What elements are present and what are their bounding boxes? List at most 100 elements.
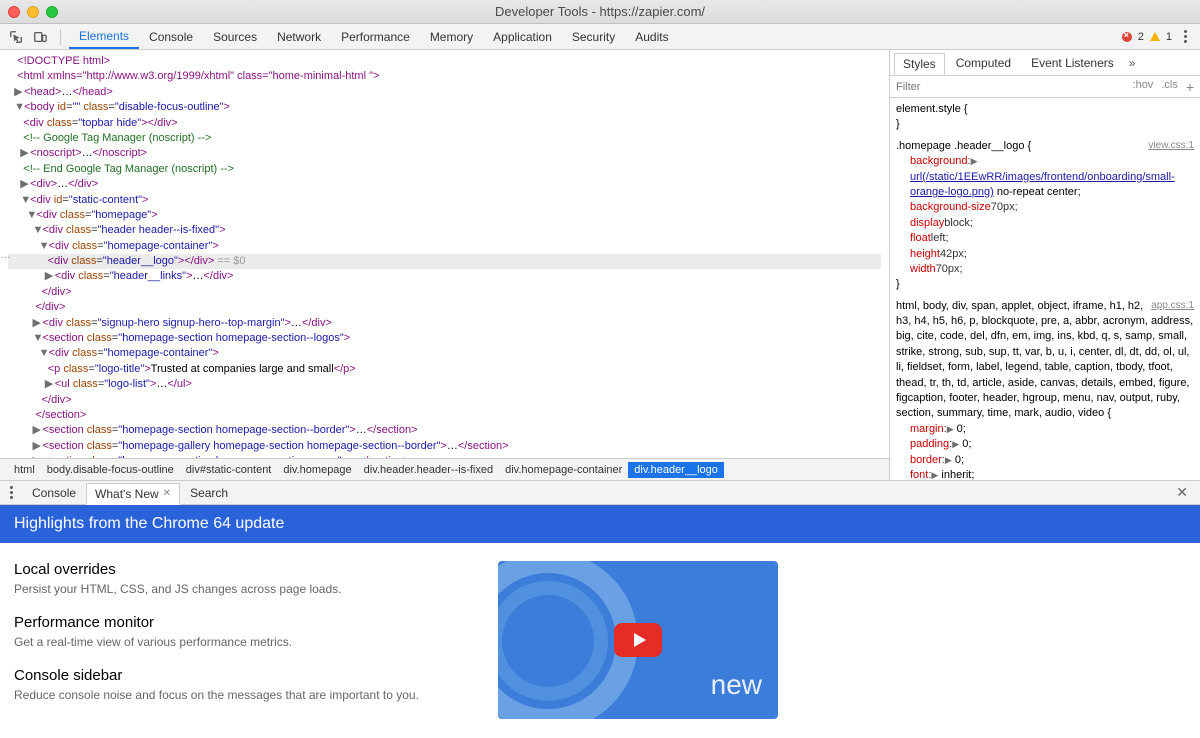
breadcrumb-item[interactable]: div#static-content xyxy=(180,462,278,478)
close-tab-icon[interactable]: ✕ xyxy=(163,488,171,499)
dom-node[interactable]: </section> xyxy=(8,408,881,423)
tab-memory[interactable]: Memory xyxy=(420,24,483,49)
expand-triangle-icon[interactable]: ▼ xyxy=(39,239,49,254)
dom-node[interactable]: ▶<section class="homepage-section homepa… xyxy=(8,423,881,438)
dom-node[interactable]: <div class="topbar hide"></div> xyxy=(8,116,881,131)
tab-application[interactable]: Application xyxy=(483,24,562,49)
styles-filter-input[interactable] xyxy=(896,81,1133,93)
drawer-tab-whatsnew[interactable]: What's New✕ xyxy=(86,483,180,505)
settings-menu-icon[interactable] xyxy=(1178,30,1192,44)
expand-triangle-icon[interactable]: ▼ xyxy=(32,223,42,238)
dom-node[interactable]: <div class="header__logo"></div> == $0 xyxy=(8,254,881,269)
expand-triangle-icon[interactable]: ▶ xyxy=(32,439,42,454)
drawer-tab-console[interactable]: Console xyxy=(24,483,84,503)
expand-triangle-icon[interactable]: ▼ xyxy=(26,208,36,223)
window-titlebar: Developer Tools - https://zapier.com/ xyxy=(0,0,1200,24)
breadcrumb-item[interactable]: div.homepage xyxy=(277,462,357,478)
minimize-window-button[interactable] xyxy=(27,6,39,18)
expand-triangle-icon[interactable]: ▼ xyxy=(32,331,42,346)
dom-node[interactable]: ▼<div class="header header--is-fixed"> xyxy=(8,223,881,238)
hover-toggle[interactable]: :hov xyxy=(1133,79,1154,95)
dom-node[interactable]: </div> xyxy=(8,393,881,408)
subtab-event-listeners[interactable]: Event Listeners xyxy=(1022,52,1123,74)
dom-node[interactable]: <!-- Google Tag Manager (noscript) --> xyxy=(8,131,881,146)
drawer-tab-search[interactable]: Search xyxy=(182,483,236,503)
expand-triangle-icon[interactable]: ▶ xyxy=(32,454,42,458)
dom-tree[interactable]: <!DOCTYPE html> <html xmlns="http://www.… xyxy=(0,50,889,458)
styles-panel: Styles Computed Event Listeners » :hov .… xyxy=(890,50,1200,480)
dom-node[interactable]: <p class="logo-title">Trusted at compani… xyxy=(8,362,881,377)
css-rules[interactable]: element.style {} view.css:1.homepage .hea… xyxy=(890,98,1200,480)
dom-node[interactable]: </div> xyxy=(8,300,881,315)
dom-node[interactable]: <!DOCTYPE html> xyxy=(8,54,881,69)
dom-node[interactable]: ▶<noscript>…</noscript> xyxy=(8,146,881,161)
dom-node[interactable]: ▼<div id="static-content"> xyxy=(8,193,881,208)
play-button-icon[interactable] xyxy=(614,623,662,657)
dom-node[interactable]: ▶<div class="signup-hero signup-hero--to… xyxy=(8,316,881,331)
subtab-computed[interactable]: Computed xyxy=(947,52,1020,74)
tab-sources[interactable]: Sources xyxy=(203,24,267,49)
maximize-window-button[interactable] xyxy=(46,6,58,18)
expand-triangle-icon[interactable]: ▶ xyxy=(20,146,30,161)
expand-triangle-icon[interactable]: ▶ xyxy=(14,85,24,100)
close-drawer-icon[interactable]: ✕ xyxy=(1176,484,1188,501)
dom-node[interactable]: ▶<section class="homepage-gallery homepa… xyxy=(8,439,881,454)
new-rule-button[interactable]: + xyxy=(1186,79,1194,95)
source-link[interactable]: app.css:1 xyxy=(1151,299,1194,313)
dom-node[interactable]: ▶<div class="header__links">…</div> xyxy=(8,269,881,284)
dom-node[interactable]: ▼<section class="homepage-section homepa… xyxy=(8,331,881,346)
tab-console[interactable]: Console xyxy=(139,24,203,49)
breadcrumb-item[interactable]: div.homepage-container xyxy=(499,462,628,478)
dom-node[interactable]: ▶<div>…</div> xyxy=(8,177,881,192)
css-rule[interactable]: view.css:1.homepage .header__logo {backg… xyxy=(896,139,1194,293)
subtab-styles[interactable]: Styles xyxy=(894,53,945,75)
dom-node[interactable]: </div> xyxy=(8,285,881,300)
expand-triangle-icon[interactable]: ▶ xyxy=(32,423,42,438)
tab-audits[interactable]: Audits xyxy=(625,24,678,49)
expand-triangle-icon[interactable]: ▶ xyxy=(45,269,55,284)
dom-node[interactable]: ▶<ul class="logo-list">…</ul> xyxy=(8,377,881,392)
dom-node[interactable]: ▼<body id="" class="disable-focus-outlin… xyxy=(8,100,881,115)
more-tabs-icon[interactable]: » xyxy=(1129,56,1136,70)
tab-security[interactable]: Security xyxy=(562,24,625,49)
device-toggle-icon[interactable] xyxy=(32,29,48,45)
drawer-menu-icon[interactable] xyxy=(4,486,18,499)
gutter-ellipsis: … xyxy=(0,248,11,263)
tab-network[interactable]: Network xyxy=(267,24,331,49)
dom-node[interactable]: <html xmlns="http://www.w3.org/1999/xhtm… xyxy=(8,69,881,84)
inspect-element-icon[interactable] xyxy=(8,29,24,45)
dom-node[interactable]: ▶<head>…</head> xyxy=(8,85,881,100)
devtools-toolbar: Elements Console Sources Network Perform… xyxy=(0,24,1200,50)
tab-performance[interactable]: Performance xyxy=(331,24,420,49)
expand-triangle-icon[interactable]: ▶ xyxy=(20,177,30,192)
dom-node[interactable]: ▼<div class="homepage-container"> xyxy=(8,239,881,254)
css-rule[interactable]: app.css:1html, body, div, span, applet, … xyxy=(896,299,1194,480)
dom-node[interactable]: ▶<section class="homepage-section homepa… xyxy=(8,454,881,458)
dom-node[interactable]: ▼<div class="homepage"> xyxy=(8,208,881,223)
highlights-list: Local overridesPersist your HTML, CSS, a… xyxy=(14,561,474,720)
dom-node[interactable]: ▼<div class="homepage-container"> xyxy=(8,346,881,361)
highlight-item[interactable]: Console sidebarReduce console noise and … xyxy=(14,667,474,702)
source-link[interactable]: view.css:1 xyxy=(1148,139,1194,153)
breadcrumb-item[interactable]: html xyxy=(8,462,41,478)
breadcrumb-item[interactable]: body.disable-focus-outline xyxy=(41,462,180,478)
expand-triangle-icon[interactable]: ▼ xyxy=(39,346,49,361)
error-count: 2 xyxy=(1138,31,1144,43)
highlight-item[interactable]: Local overridesPersist your HTML, CSS, a… xyxy=(14,561,474,596)
expand-triangle-icon[interactable]: ▼ xyxy=(14,100,24,115)
css-rule[interactable]: element.style {} xyxy=(896,102,1194,133)
breadcrumb-item[interactable]: div.header__logo xyxy=(628,462,724,478)
breadcrumb-item[interactable]: div.header.header--is-fixed xyxy=(358,462,499,478)
expand-triangle-icon[interactable]: ▶ xyxy=(45,377,55,392)
video-thumbnail[interactable]: new xyxy=(498,561,778,719)
error-icon[interactable] xyxy=(1122,32,1132,42)
warning-icon[interactable] xyxy=(1150,32,1160,41)
close-window-button[interactable] xyxy=(8,6,20,18)
highlight-title: Local overrides xyxy=(14,561,474,578)
cls-toggle[interactable]: .cls xyxy=(1161,79,1178,95)
highlight-item[interactable]: Performance monitorGet a real-time view … xyxy=(14,614,474,649)
expand-triangle-icon[interactable]: ▶ xyxy=(32,316,42,331)
expand-triangle-icon[interactable]: ▼ xyxy=(20,193,30,208)
tab-elements[interactable]: Elements xyxy=(69,24,139,49)
dom-node[interactable]: <!-- End Google Tag Manager (noscript) -… xyxy=(8,162,881,177)
